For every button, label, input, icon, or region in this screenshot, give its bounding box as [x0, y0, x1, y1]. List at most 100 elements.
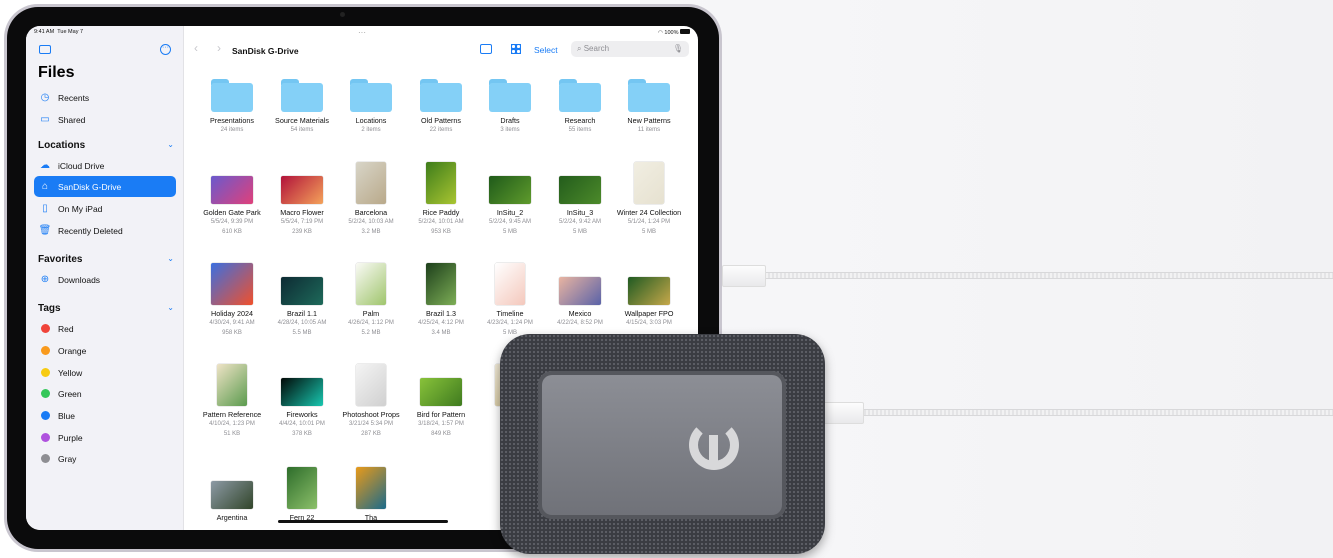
back-button[interactable]: ‹: [194, 41, 198, 55]
sidebar-item-label: Green: [58, 388, 82, 399]
file-name: Golden Gate Park: [203, 208, 261, 217]
folder-item-count: 22 items: [429, 127, 453, 133]
sidebar-item-orange[interactable]: Orange: [34, 340, 176, 361]
sidebar-toggle-icon[interactable]: [39, 45, 51, 54]
file-item[interactable]: Pattern Reference 4/10/24, 1:23 PM 51 KB: [198, 364, 266, 439]
forward-button[interactable]: ›: [217, 41, 221, 55]
sidebar-item-red[interactable]: Red: [34, 318, 176, 339]
file-size: 5.2 MB: [361, 329, 381, 336]
folder-item[interactable]: Presentations 24 items: [198, 79, 266, 136]
file-item[interactable]: Mexico 4/22/24, 8:52 PM: [546, 263, 614, 329]
file-item[interactable]: Rice Paddy 5/2/24, 10:01 AM 953 KB: [407, 162, 475, 237]
sidebar-item-label: Purple: [58, 432, 83, 443]
clock-icon: ◷: [40, 92, 50, 103]
section-favorites[interactable]: Favorites ⌄: [38, 254, 174, 265]
file-item[interactable]: Barcelona 5/2/24, 10:03 AM 3.2 MB: [337, 162, 405, 237]
file-item[interactable]: Fern 22: [268, 467, 336, 523]
folder-item[interactable]: Research 55 items: [546, 79, 614, 136]
file-name: Photoshoot Props: [342, 410, 400, 419]
sidebar-item-yellow[interactable]: Yellow: [34, 362, 176, 383]
file-item[interactable]: InSitu_3 5/2/24, 9:42 AM 5 MB: [546, 162, 614, 237]
file-thumbnail: [281, 277, 323, 305]
folder-item-count: 2 items: [361, 127, 381, 133]
microphone-icon[interactable]: 🎙︎: [673, 44, 683, 53]
folder-icon: [559, 79, 601, 112]
file-item[interactable]: InSitu_2 5/2/24, 9:45 AM 5 MB: [476, 162, 544, 237]
file-thumbnail: [211, 481, 253, 509]
sidebar-item-label: Downloads: [58, 274, 101, 285]
file-item[interactable]: Timeline 4/23/24, 1:24 PM 5 MB: [476, 263, 544, 338]
file-size: 3.2 MB: [361, 228, 381, 235]
folder-item[interactable]: Source Materials 54 items: [268, 79, 336, 136]
select-button[interactable]: Select: [534, 45, 558, 55]
view-grid-icon[interactable]: [511, 44, 521, 54]
file-item[interactable]: Tha: [337, 467, 405, 523]
file-item[interactable]: Holiday 2024 4/30/24, 9:41 AM 958 KB: [198, 263, 266, 338]
sidebar-item-downloads[interactable]: ⊕ Downloads: [34, 269, 176, 290]
file-item[interactable]: Golden Gate Park 5/5/24, 9:39 PM 610 KB: [198, 162, 266, 237]
sidebar-item-purple[interactable]: Purple: [34, 427, 176, 448]
chevron-down-icon[interactable]: ⌄: [167, 303, 174, 314]
multitasking-dots[interactable]: ···: [358, 28, 366, 37]
file-thumbnail: [217, 364, 247, 406]
chevron-down-icon[interactable]: ⌄: [167, 254, 174, 265]
file-item[interactable]: Bird for Pattern 3/18/24, 1:57 PM 849 KB: [407, 364, 475, 439]
file-name: Winter 24 Collection: [616, 208, 682, 217]
battery-icon: [680, 29, 690, 34]
battery-status: ◠ 100%: [658, 29, 690, 36]
file-item[interactable]: Photoshoot Props 3/21/24 5:34 PM 287 KB: [337, 364, 405, 439]
section-title: Locations: [38, 140, 86, 151]
section-locations[interactable]: Locations ⌄: [38, 140, 174, 151]
file-thumbnail: [634, 162, 664, 204]
section-title: Tags: [38, 303, 61, 314]
folder-item[interactable]: Locations 2 items: [337, 79, 405, 136]
file-item[interactable]: Brazil 1.1 4/28/24, 10:05 AM 5.5 MB: [268, 263, 336, 338]
file-date: 5/2/24, 9:42 AM: [558, 219, 602, 225]
new-folder-icon[interactable]: [480, 44, 492, 54]
home-indicator[interactable]: [278, 520, 448, 523]
file-name: Timeline: [496, 309, 524, 318]
file-item[interactable]: Argentina: [198, 467, 266, 523]
file-date: 5/2/24, 10:03 AM: [348, 219, 394, 225]
file-name: InSitu_3: [566, 208, 594, 217]
folder-icon: [489, 79, 531, 112]
sidebar-item-shared[interactable]: ▭ Shared: [34, 109, 176, 130]
file-name: Argentina: [216, 513, 248, 522]
section-tags[interactable]: Tags ⌄: [38, 303, 174, 314]
sidebar-item-on-my-ipad[interactable]: ▯ On My iPad: [34, 198, 176, 219]
more-options-icon[interactable]: ···: [160, 44, 171, 55]
sidebar-item-label: Shared: [58, 114, 86, 125]
folder-item[interactable]: Old Patterns 22 items: [407, 79, 475, 136]
file-size: 5 MB: [502, 228, 517, 235]
search-field[interactable]: ⌕ Search 🎙︎: [571, 41, 689, 57]
sidebar-item-blue[interactable]: Blue: [34, 405, 176, 426]
tag-color-dot-icon: [39, 432, 51, 444]
file-date: 5/5/24, 7:19 PM: [280, 219, 324, 225]
file-item[interactable]: Winter 24 Collection 5/1/24, 1:24 PM 5 MB: [615, 162, 683, 237]
folder-item[interactable]: New Patterns 11 items: [615, 79, 683, 136]
folder-icon: [350, 79, 392, 112]
sidebar-item-label: Recently Deleted: [58, 225, 123, 236]
sidebar-item-label: Red: [58, 323, 74, 334]
file-item[interactable]: Brazil 1.3 4/25/24, 4:12 PM 3.4 MB: [407, 263, 475, 338]
sidebar-item-recently-deleted[interactable]: 🗑︎ Recently Deleted: [34, 220, 176, 241]
file-size: 378 KB: [292, 430, 312, 437]
ipad-icon: ▯: [42, 203, 48, 214]
folder-item[interactable]: Drafts 3 items: [476, 79, 544, 136]
file-item[interactable]: Wallpaper FPO 4/15/24, 3:03 PM: [615, 263, 683, 329]
sidebar-item-green[interactable]: Green: [34, 383, 176, 404]
file-size: 953 KB: [431, 228, 451, 235]
chevron-down-icon[interactable]: ⌄: [167, 140, 174, 151]
sidebar-item-label: On My iPad: [58, 203, 103, 214]
sidebar-item-sandisk-g-drive[interactable]: ⌂ SanDisk G-Drive: [34, 176, 176, 197]
file-date: 4/30/24, 9:41 AM: [209, 320, 255, 326]
file-item[interactable]: Macro Flower 5/5/24, 7:19 PM 239 KB: [268, 162, 336, 237]
folder-item-count: 55 items: [568, 127, 592, 133]
file-item[interactable]: Palm 4/26/24, 1:12 PM 5.2 MB: [337, 263, 405, 338]
folder-item-count: 24 items: [220, 127, 244, 133]
file-size: 3.4 MB: [431, 329, 451, 336]
file-item[interactable]: Fireworks 4/4/24, 10:01 PM 378 KB: [268, 364, 336, 439]
sidebar-item-recents[interactable]: ◷ Recents: [34, 87, 176, 108]
sidebar-item-icloud-drive[interactable]: ☁ iCloud Drive: [34, 155, 176, 176]
sidebar-item-gray[interactable]: Gray: [34, 448, 176, 469]
